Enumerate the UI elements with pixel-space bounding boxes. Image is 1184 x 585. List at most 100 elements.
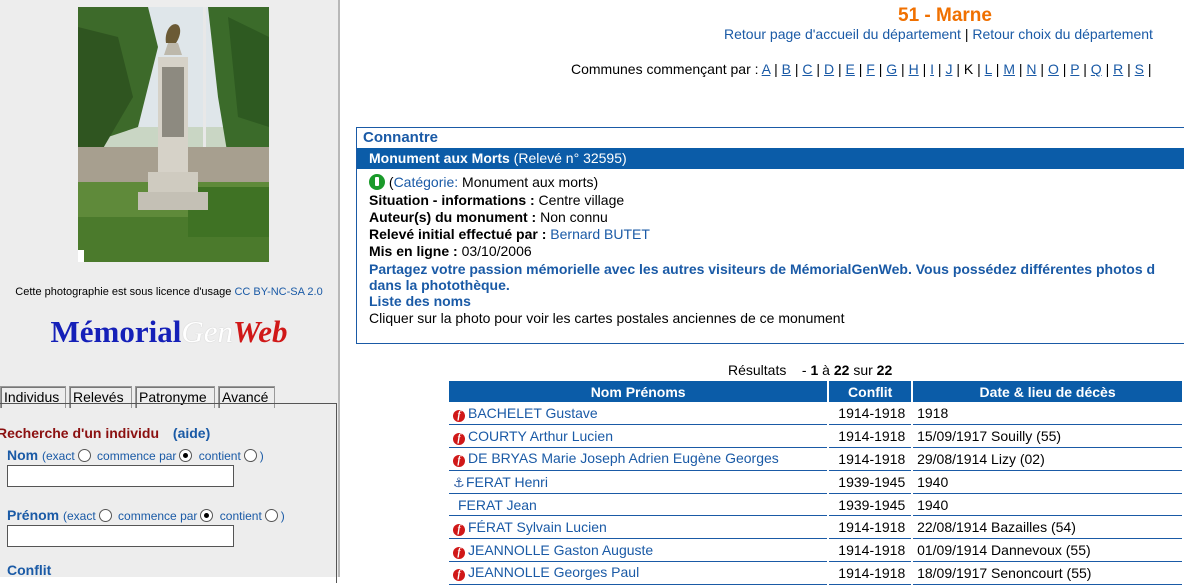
monument-header-bar: Monument aux Morts (Relevé n° 32595) [357, 148, 1184, 169]
mort-pour-la-france-icon: f [453, 455, 465, 468]
memorialgenweb-logo[interactable]: MémorialGenWeb [0, 314, 338, 350]
person-link[interactable]: FÉRAT Sylvain Lucien [468, 519, 607, 535]
cell-deces: 1940 [912, 493, 1184, 517]
opt-close: ) [280, 509, 285, 523]
categorie-value: Monument aux morts) [462, 174, 599, 190]
releve-label: Relevé initial effectué par : [369, 226, 547, 242]
column-header-deces[interactable]: Date & lieu de décès [912, 381, 1184, 402]
person-link[interactable]: JEANNOLLE Georges Paul [468, 564, 639, 580]
letter-j-link[interactable]: J [945, 61, 952, 77]
letter-d-link[interactable]: D [824, 61, 834, 77]
cell-nom: f FÉRAT Sylvain Lucien [449, 515, 830, 540]
nom-contient-radio[interactable] [243, 449, 257, 462]
prenom-input[interactable] [7, 525, 234, 547]
letter-b-link[interactable]: B [782, 61, 791, 77]
license-text: Cette photographie est sous licence d'us… [15, 286, 232, 298]
prenom-label-row: Prénom (exact commence par contient) [7, 507, 285, 523]
mort-pour-la-france-icon: f [453, 569, 465, 582]
prenom-commence-radio[interactable] [200, 509, 214, 522]
letter-r-link[interactable]: R [1113, 61, 1123, 77]
letter-e-link[interactable]: E [846, 61, 855, 77]
results-sur: sur [853, 362, 873, 378]
cell-deces: 18/09/1917 Senoncourt (55) [912, 561, 1184, 585]
person-link[interactable]: FERAT Henri [466, 474, 548, 490]
releve-author-link[interactable]: Bernard BUTET [550, 226, 650, 242]
table-header-row: Nom Prénoms Conflit Date & lieu de décès [449, 381, 1184, 402]
conflit-label: Conflit [7, 562, 52, 578]
link-department-choice[interactable]: Retour choix du département [972, 26, 1153, 42]
monument-photo[interactable] [78, 7, 269, 262]
share-line-2[interactable]: dans la photothèque. [369, 277, 510, 293]
results-table: Nom Prénoms Conflit Date & lieu de décès… [449, 381, 1184, 585]
help-link[interactable]: (aide) [173, 425, 210, 441]
letter-n-link[interactable]: N [1026, 61, 1036, 77]
letter-i-link[interactable]: I [930, 61, 934, 77]
releve-row: Relevé initial effectué par : Bernard BU… [369, 226, 650, 242]
cell-conflit: 1914-1918 [828, 424, 914, 449]
cell-nom: FERAT Jean [449, 493, 830, 517]
cell-conflit: 1914-1918 [828, 402, 914, 426]
cell-nom: f COURTY Arthur Lucien [449, 424, 830, 449]
auteur-label: Auteur(s) du monument : [369, 209, 537, 225]
prenom-exact-radio[interactable] [98, 509, 112, 522]
person-link[interactable]: DE BRYAS Marie Joseph Adrien Eugène Geor… [468, 450, 779, 466]
opt-exact-label: (exact [42, 449, 75, 463]
auteur-row: Auteur(s) du monument : Non connu [369, 209, 608, 225]
letter-k-current: K [963, 61, 974, 77]
monument-box: Connantre Monument aux Morts (Relevé n° … [356, 127, 1184, 344]
letter-g-link[interactable]: G [886, 61, 897, 77]
nom-exact-radio[interactable] [77, 449, 91, 462]
results-prefix: Résultats [728, 362, 787, 378]
situation-value: Centre village [538, 192, 625, 208]
letter-o-link[interactable]: O [1048, 61, 1059, 77]
person-link[interactable]: JEANNOLLE Gaston Auguste [468, 542, 653, 558]
cell-deces: 1918 [912, 402, 1184, 426]
table-row[interactable]: f DE BRYAS Marie Joseph Adrien Eugène Geo… [449, 447, 1184, 471]
link-department-home[interactable]: Retour page d'accueil du département [724, 26, 961, 42]
column-header-nom[interactable]: Nom Prénoms [449, 381, 830, 402]
table-row[interactable]: f BACHELET Gustave 1914-1918 1918 [449, 402, 1184, 426]
letter-q-link[interactable]: Q [1091, 61, 1102, 77]
person-link[interactable]: COURTY Arthur Lucien [468, 428, 613, 444]
cell-deces: 15/09/1917 Souilly (55) [912, 424, 1184, 449]
letter-p-link[interactable]: P [1070, 61, 1079, 77]
license-link[interactable]: CC BY-NC-SA 2.0 [234, 286, 322, 298]
letter-f-link[interactable]: F [866, 61, 875, 77]
cell-conflit: 1914-1918 [828, 538, 914, 563]
opt-exact-label: (exact [63, 509, 96, 523]
table-row[interactable]: ⚓FERAT Henri 1939-1945 1940 [449, 470, 1184, 494]
cartes-postales-text: Cliquer sur la photo pour voir les carte… [369, 310, 845, 326]
table-row[interactable]: f COURTY Arthur Lucien 1914-1918 15/09/1917… [449, 424, 1184, 449]
liste-noms-link[interactable]: Liste des noms [369, 293, 471, 309]
letter-c-link[interactable]: C [802, 61, 812, 77]
column-header-conflit[interactable]: Conflit [828, 381, 914, 402]
mort-pour-la-france-icon: f [453, 432, 465, 445]
person-link[interactable]: FERAT Jean [458, 497, 537, 513]
letter-a-link[interactable]: A [762, 61, 771, 77]
opt-contient-label: contient [219, 509, 262, 523]
table-row[interactable]: FERAT Jean 1939-1945 1940 [449, 493, 1184, 517]
results-to: 22 [833, 362, 850, 378]
share-line-1[interactable]: Partagez votre passion mémorielle avec l… [369, 261, 1155, 277]
letter-s-link[interactable]: S [1135, 61, 1144, 77]
cell-nom: f DE BRYAS Marie Joseph Adrien Eugène Geo… [449, 447, 830, 471]
nom-commence-radio[interactable] [179, 449, 193, 462]
opt-contient-label: contient [198, 449, 241, 463]
department-title: 51 - Marne [898, 5, 992, 26]
cell-deces: 1940 [912, 470, 1184, 494]
person-link[interactable]: BACHELET Gustave [468, 405, 598, 421]
letter-m-link[interactable]: M [1003, 61, 1015, 77]
letter-h-link[interactable]: H [909, 61, 919, 77]
table-row[interactable]: f JEANNOLLE Gaston Auguste 1914-1918 01/09/… [449, 538, 1184, 563]
categorie-link[interactable]: Catégorie: [394, 174, 459, 190]
letter-l-link[interactable]: L [985, 61, 992, 77]
nom-input[interactable] [7, 465, 234, 487]
prenom-contient-radio[interactable] [264, 509, 278, 522]
cell-deces: 22/08/1914 Bazailles (54) [912, 515, 1184, 540]
logo-part-gen: Gen [181, 314, 233, 349]
table-row[interactable]: f FÉRAT Sylvain Lucien 1914-1918 22/08/1914… [449, 515, 1184, 540]
cell-nom: f BACHELET Gustave [449, 402, 830, 426]
table-row[interactable]: f JEANNOLLE Georges Paul 1914-1918 18/09/19… [449, 561, 1184, 585]
photo-license: Cette photographie est sous licence d'us… [0, 286, 338, 298]
opt-close: ) [259, 449, 264, 463]
